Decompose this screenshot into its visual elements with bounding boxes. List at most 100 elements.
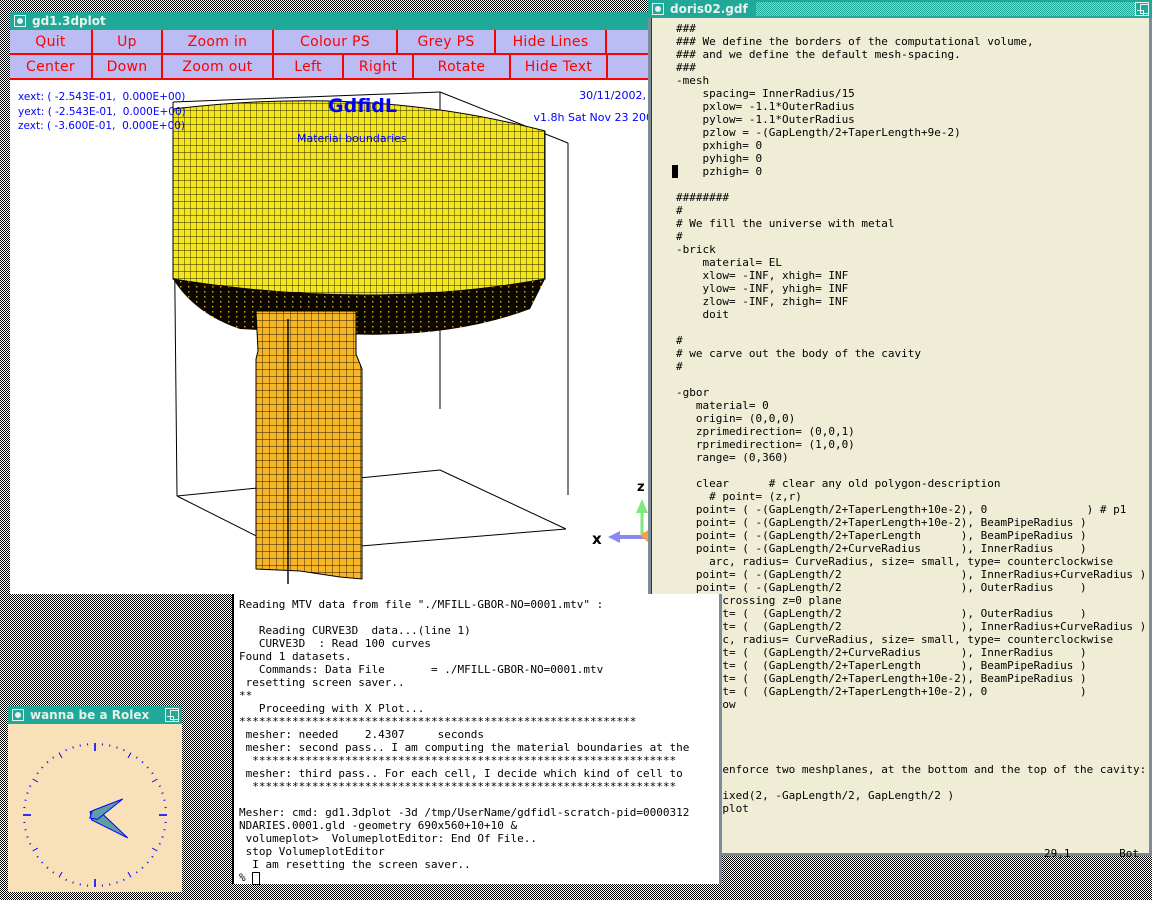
- mesh-plot-svg: x z: [172, 91, 650, 584]
- editor-line: clear # clear any old polygon-descriptio…: [676, 477, 1001, 490]
- plot-window: gd1.3dplot Quit Up Zoom in Colour PS Gre…: [10, 12, 650, 594]
- clock-tick: [141, 761, 144, 764]
- editor-line: doit: [676, 711, 1149, 724]
- editor-line: ########: [676, 191, 729, 204]
- editor-line: -volumeplot: [676, 802, 1149, 815]
- editor-line: arc, radius= CurveRadius, size= small, t…: [676, 555, 1114, 568]
- clock-tick: [161, 792, 164, 794]
- clock-tick: [26, 792, 29, 794]
- button-row-2: Center Down Zoom out Left Right Rotate H…: [10, 55, 650, 80]
- grey-ps-button[interactable]: Grey PS: [398, 30, 496, 53]
- editor-line: zlow= -INF, zhigh= INF: [676, 295, 849, 308]
- editor-text-area[interactable]: ### ### We define the borders of the comp…: [651, 18, 1149, 860]
- editor-line: point= ( (GapLength/2+TaperLength ), Bea…: [676, 659, 1087, 672]
- terminal-line: mesher: third pass.. For each cell, I de…: [239, 767, 683, 780]
- rotate-button[interactable]: Rotate: [414, 55, 511, 78]
- cavity-mesh-surface: [172, 100, 546, 296]
- clock-tick: [58, 871, 63, 878]
- clock-window: wanna be a Rolex: [8, 706, 182, 892]
- quit-button[interactable]: Quit: [10, 30, 93, 53]
- window-menu-icon[interactable]: [12, 709, 24, 721]
- clock-tick: [151, 778, 158, 783]
- editor-line: ###: [676, 22, 696, 35]
- plot-window-titlebar[interactable]: gd1.3dplot: [10, 12, 650, 30]
- hide-text-button[interactable]: Hide Text: [511, 55, 608, 78]
- terminal-window[interactable]: Reading MTV data from file "./MFILL-GBOR…: [232, 594, 722, 885]
- clock-tick: [32, 847, 39, 852]
- clock-tick: [36, 855, 39, 858]
- clock-tick: [135, 871, 138, 874]
- editor-line: point= ( (GapLength/2 ), OuterRadius ): [676, 607, 1087, 620]
- editor-line: point= ( (GapLength/2+TaperLength+10e-2)…: [676, 672, 1087, 685]
- editor-line: pxlow= -1.1*OuterRadius: [676, 100, 855, 113]
- center-button[interactable]: Center: [10, 55, 93, 78]
- terminal-line: mesher: second pass.. I am computing the…: [239, 741, 690, 754]
- editor-line: point= ( -(GapLength/2+CurveRadius ), In…: [676, 542, 1087, 555]
- clock-tick: [46, 866, 49, 869]
- window-menu-icon[interactable]: [652, 3, 664, 15]
- terminal-line: stop VolumeplotEditor: [239, 845, 385, 858]
- maximize-icon[interactable]: [165, 708, 179, 722]
- editor-line: point= ( -(GapLength/2+TaperLength+10e-2…: [676, 516, 1087, 529]
- clock-tick: [65, 749, 67, 752]
- colour-ps-button[interactable]: Colour PS: [274, 30, 398, 53]
- editor-line: pyhigh= 0: [676, 152, 763, 165]
- terminal-line: Mesher: cmd: gd1.3dplot -3d /tmp/UserNam…: [239, 806, 690, 819]
- editor-line: point= ( -(GapLength/2 ), InnerRadius+Cu…: [676, 568, 1147, 581]
- right-button[interactable]: Right: [344, 55, 414, 78]
- editor-window-titlebar[interactable]: doris02.gdf: [648, 0, 1152, 18]
- terminal-line: Commands: Data File = ./MFILL-GBOR-NO=00…: [239, 663, 604, 676]
- editor-line: -mesh: [676, 74, 710, 87]
- up-button[interactable]: Up: [93, 30, 163, 53]
- titlebar-stipple: [755, 2, 1135, 16]
- terminal-line: CURVE3D : Read 100 curves: [239, 637, 432, 650]
- editor-line: point= ( -(GapLength/2+TaperLength+10e-2…: [676, 503, 1127, 516]
- beampipe-mesh-surface: [255, 310, 363, 580]
- clock-tick: [151, 855, 154, 858]
- editor-window-title: doris02.gdf: [670, 2, 756, 16]
- editor-line: # point= (z,r): [676, 490, 802, 503]
- extra-button-1[interactable]: [607, 30, 650, 53]
- editor-window: doris02.gdf ### ### We define the borders…: [648, 0, 1152, 860]
- down-button[interactable]: Down: [93, 55, 163, 78]
- yext-readout: yext: ( -2.543E-01, 0.000E+00): [18, 106, 186, 118]
- editor-line: ylow= -INF, yhigh= INF: [676, 282, 849, 295]
- clock-tick: [146, 861, 149, 864]
- clock-tick: [151, 847, 158, 852]
- zoom-in-button[interactable]: Zoom in: [163, 30, 274, 53]
- terminal-line: I am resetting the screen saver..: [239, 858, 471, 871]
- clock-tick: [151, 772, 154, 775]
- editor-line: # we carve out the body of the cavity: [676, 347, 922, 360]
- clock-tick: [72, 746, 74, 749]
- clock-tick: [127, 752, 132, 759]
- editor-line: #: [676, 230, 683, 243]
- minute-hand: [89, 798, 124, 820]
- editor-line: # We fill the universe with metal: [676, 217, 895, 230]
- editor-line: point= ( -(GapLength/2+TaperLength ), Be…: [676, 529, 1087, 542]
- window-menu-icon[interactable]: [14, 15, 26, 27]
- clock-tick: [65, 878, 67, 881]
- plot-canvas[interactable]: x z xext: ( -2.543E-01, 0.000E+00) yext:…: [10, 89, 650, 594]
- clock-window-titlebar[interactable]: wanna be a Rolex: [8, 706, 182, 724]
- editor-line: pzlow = -(GapLength/2+TaperLength+9e-2): [676, 126, 961, 139]
- terminal-line: resetting screen saver..: [239, 676, 405, 689]
- extra-button-2[interactable]: [608, 55, 650, 78]
- terminal-cursor: [252, 871, 261, 885]
- zoom-out-button[interactable]: Zoom out: [163, 55, 274, 78]
- editor-line: point= ( (GapLength/2+CurveRadius ), Inn…: [676, 646, 1087, 659]
- editor-line: doit: [676, 308, 729, 321]
- clock-tick: [116, 881, 118, 884]
- maximize-icon[interactable]: [1135, 2, 1149, 16]
- left-button[interactable]: Left: [274, 55, 344, 78]
- hide-lines-button[interactable]: Hide Lines: [496, 30, 607, 53]
- editor-line: pylow= -1.1*OuterRadius: [676, 113, 855, 126]
- axes-orientation-icon: x z: [592, 480, 650, 548]
- editor-line: point= ( (GapLength/2 ), InnerRadius+Cur…: [676, 620, 1147, 633]
- clock-tick: [141, 866, 144, 869]
- terminal-prompt[interactable]: %: [239, 871, 719, 885]
